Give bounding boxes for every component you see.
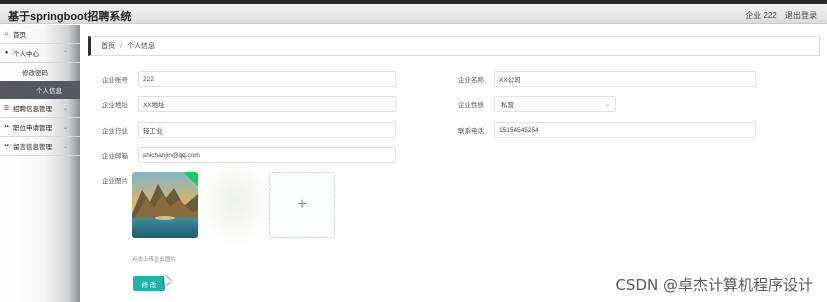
grid-icon: ▪▪ <box>4 143 9 149</box>
chevron-down-icon: ⌄ <box>62 106 68 112</box>
industry-field[interactable]: 轻工业 <box>138 122 396 138</box>
address-label: 企业地址 <box>102 102 128 109</box>
plus-icon: + <box>297 196 307 213</box>
breadcrumb-separator: / <box>120 42 122 50</box>
sidebar-item-label: 招聘信息管理 <box>13 106 52 113</box>
submit-button[interactable]: 修 改 <box>133 276 165 291</box>
sidebar-item-label: 个人中心 <box>13 51 39 58</box>
name-label: 企业名称 <box>458 77 484 84</box>
email-label: 企业邮箱 <box>102 153 128 160</box>
email-field[interactable]: shichanjin@qq.com <box>138 147 396 163</box>
breadcrumb: 首页 / 个人信息 <box>88 36 820 56</box>
nature-value: 私营 <box>501 102 514 109</box>
breadcrumb-home[interactable]: 首页 <box>101 41 115 51</box>
nature-label: 企业性质 <box>458 102 484 109</box>
photo-upload-button[interactable]: + <box>269 172 335 238</box>
photo-label: 企业图片 <box>102 178 128 185</box>
sidebar-item-label: 留言信息管理 <box>13 144 52 151</box>
chevron-down-icon: ⌄ <box>62 125 68 131</box>
form-row-name: 企业名称 XX公司 <box>458 71 756 87</box>
chevron-up-icon: ⌃ <box>62 51 68 57</box>
nature-select[interactable]: 私营 ⌄ <box>494 96 616 112</box>
account-field[interactable]: 222 <box>138 71 396 87</box>
form-row-nature: 企业性质 私营 ⌄ <box>458 96 616 112</box>
sidebar-item-messages[interactable]: ▪▪ 留言信息管理 ⌄ <box>0 137 80 156</box>
sidebar-item-profile[interactable]: 个人信息 <box>0 81 80 99</box>
form-row-email: 企业邮箱 shichanjin@qq.com <box>102 147 396 163</box>
sidebar-item-label: 个人信息 <box>36 88 62 95</box>
app-title: 基于springboot招聘系统 <box>8 11 132 23</box>
chevron-down-icon: ⌄ <box>62 144 68 150</box>
form-row-address: 企业地址 XX地址 <box>102 96 396 112</box>
sidebar-item-home[interactable]: ⌂ 首页 <box>0 25 80 44</box>
upload-tip: 点击上传企业图片 <box>132 257 177 263</box>
form-row-industry: 企业行业 轻工业 <box>102 122 396 138</box>
photo-preview-glow <box>200 162 270 242</box>
form-row-phone: 联系电话 15154545254 <box>458 122 756 138</box>
sidebar-item-label: 首页 <box>13 32 26 39</box>
list-icon: ☰ <box>3 105 10 112</box>
industry-label: 企业行业 <box>102 128 128 135</box>
sidebar-item-label: 职位申请管理 <box>13 125 52 132</box>
user-info: 企业 222 退出登录 <box>739 10 817 21</box>
watermark: CSDN @卓杰计算机程序设计 <box>615 276 813 294</box>
top-header: 基于springboot招聘系统 企业 222 退出登录 <box>0 4 827 24</box>
user-name: 企业 222 <box>745 11 777 20</box>
sidebar-item-label: 修改密码 <box>22 70 48 77</box>
phone-label: 联系电话 <box>458 128 484 135</box>
home-icon: ⌂ <box>4 31 9 37</box>
user-icon: ● <box>4 50 9 56</box>
breadcrumb-current: 个人信息 <box>126 43 155 50</box>
grid-icon: ▪▪ <box>4 124 9 130</box>
sidebar-item-job-posts[interactable]: ☰ 招聘信息管理 ⌄ <box>0 99 80 118</box>
phone-field[interactable]: 15154545254 <box>494 122 756 138</box>
account-label: 企业账号 <box>102 77 128 84</box>
sidebar: ⌂ 首页 ● 个人中心 ⌃ 修改密码 个人信息 ☰ 招聘信息管理 ⌄ ▪▪ 职位… <box>0 25 80 302</box>
form-row-account: 企业账号 222 <box>102 71 396 87</box>
chevron-down-icon: ⌄ <box>604 101 610 108</box>
name-field[interactable]: XX公司 <box>494 71 756 87</box>
sidebar-item-applications[interactable]: ▪▪ 职位申请管理 ⌄ <box>0 118 80 137</box>
landscape-image <box>132 172 198 238</box>
sidebar-item-personal-center[interactable]: ● 个人中心 ⌃ <box>0 44 80 63</box>
logout-link[interactable]: 退出登录 <box>785 11 817 20</box>
uploaded-photo-thumbnail[interactable] <box>132 172 198 238</box>
address-field[interactable]: XX地址 <box>138 96 396 112</box>
sidebar-item-change-password[interactable]: 修改密码 <box>0 63 80 81</box>
